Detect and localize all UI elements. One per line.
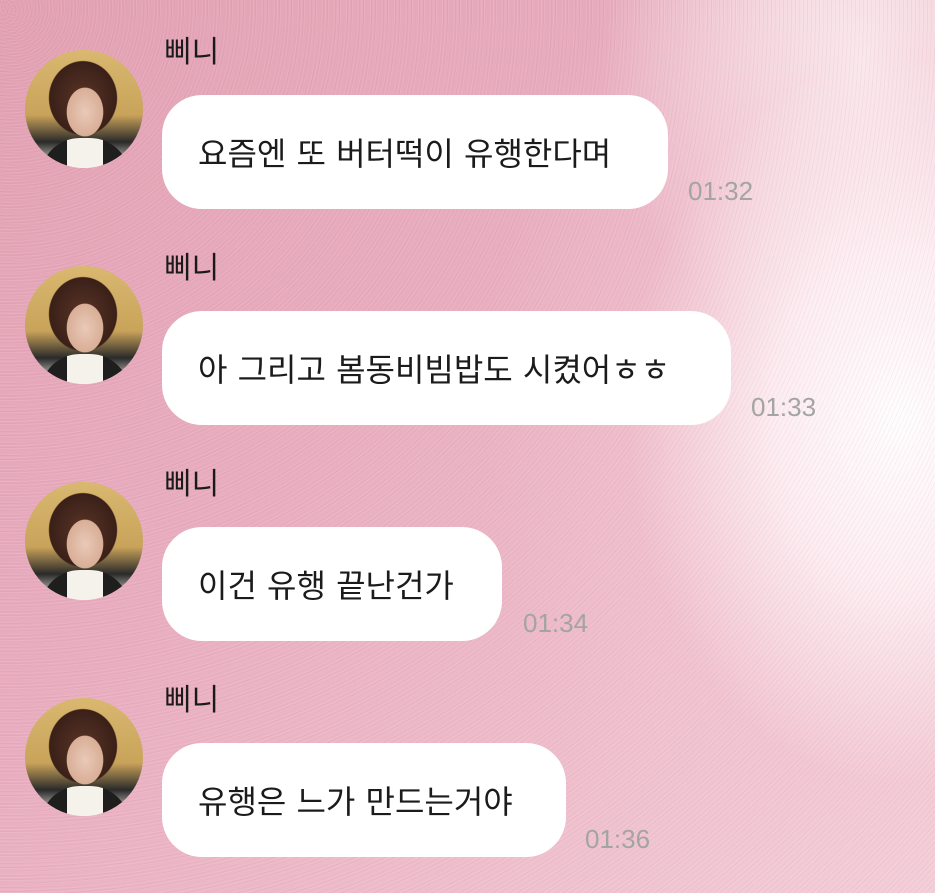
message-bubble[interactable]: 이건 유행 끝난건가	[162, 527, 502, 641]
message-row: 삐니 요즘엔 또 버터떡이 유행한다며 01:32	[0, 0, 935, 209]
message-time: 01:36	[585, 824, 651, 854]
avatar[interactable]	[25, 50, 143, 168]
avatar-photo	[40, 786, 130, 816]
avatar[interactable]	[25, 698, 143, 816]
avatar-photo	[40, 138, 130, 168]
sender-name: 삐니	[164, 467, 220, 502]
message-bubble[interactable]: 아 그리고 봄동비빔밥도 시켰어ㅎㅎ	[162, 311, 731, 425]
sender-name: 삐니	[164, 35, 220, 70]
sender-name: 삐니	[164, 251, 220, 286]
sender-name: 삐니	[164, 683, 220, 718]
message-time: 01:33	[751, 392, 817, 422]
avatar[interactable]	[25, 482, 143, 600]
message-time: 01:34	[523, 608, 589, 638]
message-row: 삐니 유행은 느가 만드는거야 01:36	[0, 648, 935, 857]
message-bubble[interactable]: 요즘엔 또 버터떡이 유행한다며	[162, 95, 668, 209]
avatar[interactable]	[25, 266, 143, 384]
message-row: 삐니 아 그리고 봄동비빔밥도 시켰어ㅎㅎ 01:33	[0, 216, 935, 425]
message-row: 삐니 이건 유행 끝난건가 01:34	[0, 432, 935, 641]
message-bubble[interactable]: 유행은 느가 만드는거야	[162, 743, 566, 857]
avatar-photo	[40, 570, 130, 600]
message-time: 01:32	[688, 176, 754, 206]
avatar-photo	[40, 354, 130, 384]
